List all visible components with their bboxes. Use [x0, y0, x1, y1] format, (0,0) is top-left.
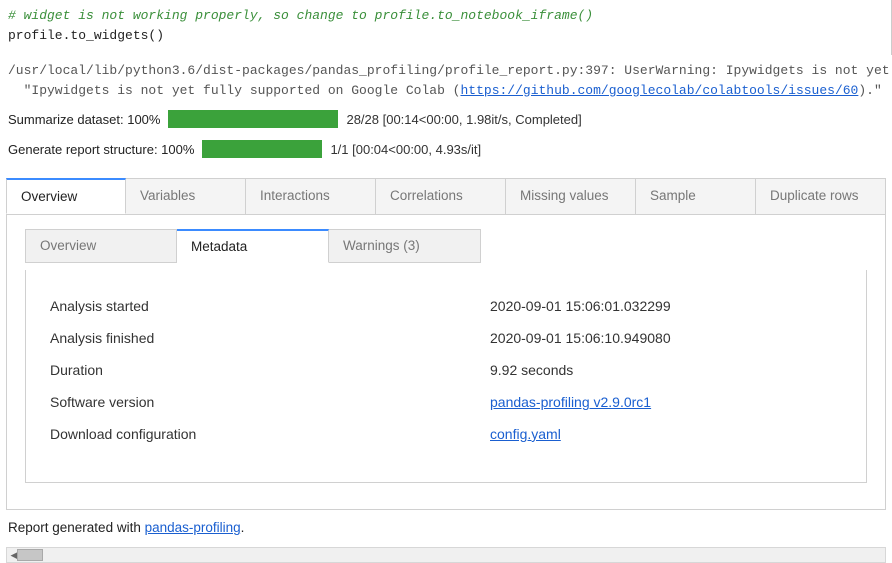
meta-label: Analysis started — [50, 298, 490, 314]
warning-line2-suffix: )." — [858, 83, 889, 98]
progress-bar — [168, 110, 338, 128]
metadata-panel: Analysis started 2020-09-01 15:06:01.032… — [25, 270, 867, 483]
config-yaml-link[interactable]: config.yaml — [490, 426, 561, 442]
progress-stats: 1/1 [00:04<00:00, 4.93s/it] — [330, 142, 481, 157]
warning-line2-prefix: "Ipywidgets is not yet fully supported o… — [8, 83, 460, 98]
tab-duplicate-rows[interactable]: Duplicate rows — [756, 178, 886, 214]
tab-variables[interactable]: Variables — [126, 178, 246, 214]
footer-suffix: . — [241, 520, 245, 535]
meta-label: Analysis finished — [50, 330, 490, 346]
sub-tab-strip: Overview Metadata Warnings (3) — [25, 229, 867, 263]
progress-label: Generate report structure: 100% — [8, 142, 194, 157]
subtab-overview[interactable]: Overview — [25, 229, 177, 263]
report-footer: Report generated with pandas-profiling. — [0, 510, 892, 539]
horizontal-scrollbar[interactable]: ◀ — [6, 547, 886, 563]
warning-output: /usr/local/lib/python3.6/dist-packages/p… — [0, 55, 892, 104]
meta-label: Duration — [50, 362, 490, 378]
code-cell: # widget is not working properly, so cha… — [0, 0, 892, 55]
tab-overview[interactable]: Overview — [6, 178, 126, 214]
meta-label: Download configuration — [50, 426, 490, 442]
progress-bar — [202, 140, 322, 158]
meta-value: pandas-profiling v2.9.0rc1 — [490, 394, 651, 410]
footer-prefix: Report generated with — [8, 520, 145, 535]
meta-row-duration: Duration 9.92 seconds — [50, 354, 842, 386]
report-body: Overview Metadata Warnings (3) Analysis … — [6, 214, 886, 510]
subtab-metadata[interactable]: Metadata — [177, 229, 329, 263]
tab-interactions[interactable]: Interactions — [246, 178, 376, 214]
pandas-profiling-link[interactable]: pandas-profiling — [145, 520, 241, 535]
progress-stats: 28/28 [00:14<00:00, 1.98it/s, Completed] — [346, 112, 581, 127]
code-comment: # widget is not working properly, so cha… — [8, 8, 593, 23]
software-version-link[interactable]: pandas-profiling v2.9.0rc1 — [490, 394, 651, 410]
tab-sample[interactable]: Sample — [636, 178, 756, 214]
metadata-table: Analysis started 2020-09-01 15:06:01.032… — [50, 290, 842, 450]
warning-link[interactable]: https://github.com/googlecolab/colabtool… — [460, 83, 858, 98]
progress-row-report: Generate report structure: 100% 1/1 [00:… — [0, 134, 892, 164]
progress-label: Summarize dataset: 100% — [8, 112, 160, 127]
meta-label: Software version — [50, 394, 490, 410]
meta-value: config.yaml — [490, 426, 561, 442]
tab-missing-values[interactable]: Missing values — [506, 178, 636, 214]
meta-row-analysis-finished: Analysis finished 2020-09-01 15:06:10.94… — [50, 322, 842, 354]
meta-row-software-version: Software version pandas-profiling v2.9.0… — [50, 386, 842, 418]
main-tab-strip: Overview Variables Interactions Correlat… — [6, 178, 886, 214]
progress-bar-fill — [168, 110, 338, 128]
meta-value: 2020-09-01 15:06:10.949080 — [490, 330, 671, 346]
scrollbar-thumb[interactable] — [17, 549, 43, 561]
warning-line1: /usr/local/lib/python3.6/dist-packages/p… — [8, 63, 892, 78]
subtab-warnings[interactable]: Warnings (3) — [329, 229, 481, 263]
tab-correlations[interactable]: Correlations — [376, 178, 506, 214]
meta-value: 2020-09-01 15:06:01.032299 — [490, 298, 671, 314]
progress-bar-fill — [202, 140, 322, 158]
code-line: profile.to_widgets() — [8, 28, 164, 43]
progress-row-summarize: Summarize dataset: 100% 28/28 [00:14<00:… — [0, 104, 892, 134]
meta-row-analysis-started: Analysis started 2020-09-01 15:06:01.032… — [50, 290, 842, 322]
meta-row-download-config: Download configuration config.yaml — [50, 418, 842, 450]
meta-value: 9.92 seconds — [490, 362, 573, 378]
